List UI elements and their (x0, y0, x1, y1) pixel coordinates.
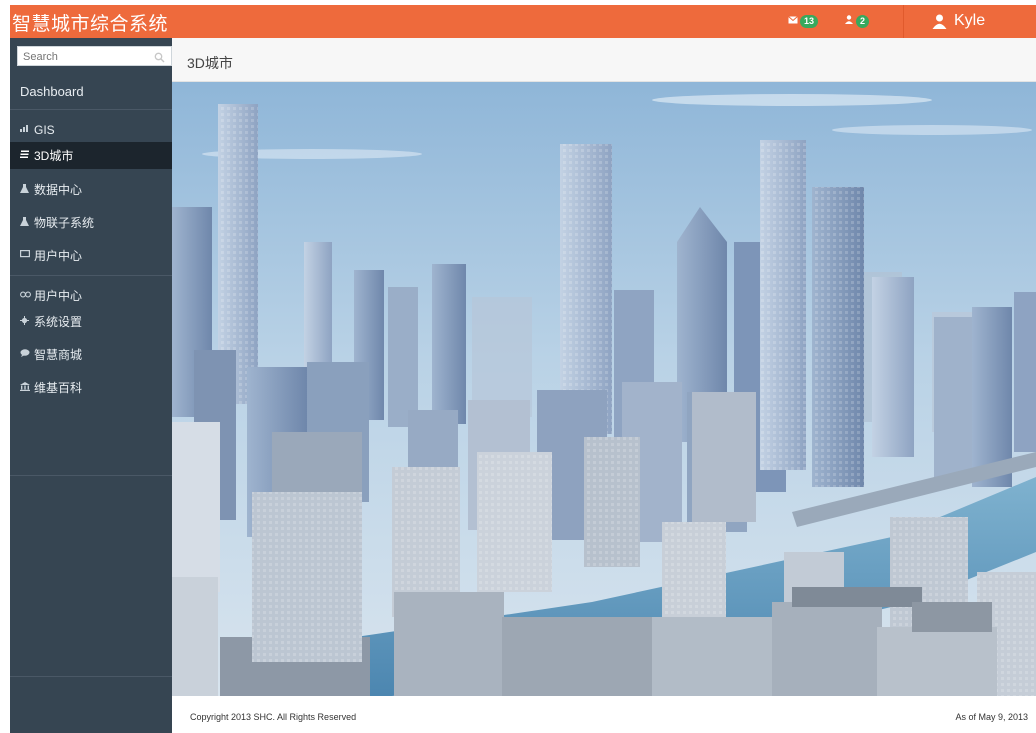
sidebar-item-label: 系统设置 (34, 315, 83, 329)
page-title: 3D城市 (187, 55, 233, 71)
list-icon (20, 150, 34, 161)
navbar-divider (903, 5, 904, 38)
gear-icon (20, 315, 34, 328)
sidebar-item-3d-city[interactable]: 3D城市 (10, 142, 172, 169)
link-icon (20, 290, 34, 301)
monitor-icon (20, 250, 34, 261)
sidebar-item-gis[interactable]: GIS (10, 116, 172, 143)
flask-icon (20, 216, 34, 229)
users-icon (844, 15, 854, 27)
chart-icon (20, 124, 34, 135)
sidebar-item-label: 数据中心 (34, 183, 83, 197)
sidebar-divider (10, 676, 172, 677)
messages-notification[interactable]: 13 (788, 13, 819, 29)
flask-icon (20, 183, 34, 196)
sidebar-divider (10, 275, 172, 276)
user-icon (932, 14, 947, 29)
top-navbar: 智慧城市综合系统 13 2 Kyle (10, 5, 1036, 38)
search-input[interactable] (18, 48, 143, 66)
sidebar-item-label: Dashboard (20, 84, 84, 99)
user-menu[interactable]: Kyle (932, 12, 985, 30)
sidebar-item-dashboard[interactable]: Dashboard (10, 78, 172, 105)
sidebar-item-label: 智慧商城 (34, 348, 83, 362)
sidebar-divider (10, 109, 172, 110)
app-title[interactable]: 智慧城市综合系统 (12, 9, 168, 36)
search-icon[interactable] (154, 50, 165, 68)
footer: Copyright 2013 SHC. All Rights Reserved … (172, 696, 1036, 733)
sidebar-item-iot-subsystem[interactable]: 物联子系统 (10, 209, 172, 236)
chat-icon (20, 349, 34, 360)
envelope-icon (788, 15, 798, 27)
tasks-notification[interactable]: 2 (844, 13, 870, 29)
search-box (17, 46, 172, 66)
sidebar-item-smart-mall[interactable]: 智慧商城 (10, 341, 172, 368)
sidebar-item-user-center[interactable]: 用户中心 (10, 242, 172, 269)
bank-icon (20, 381, 34, 394)
city-skyline-image (172, 82, 1036, 696)
sidebar-item-user-center-2[interactable]: 用户中心 (10, 282, 172, 309)
sidebar-item-data-center[interactable]: 数据中心 (10, 176, 172, 203)
tasks-badge: 2 (856, 14, 870, 28)
copyright-text: Copyright 2013 SHC. All Rights Reserved (190, 712, 357, 722)
sidebar-item-label: 用户中心 (34, 289, 83, 303)
as-of-date: As of May 9, 2013 (955, 712, 1028, 722)
city-3d-view[interactable] (172, 82, 1036, 696)
content-header: 3D城市 (172, 38, 1036, 82)
sidebar-item-label: 物联子系统 (34, 216, 95, 230)
sidebar-item-label: 用户中心 (34, 249, 83, 263)
sidebar-item-system-settings[interactable]: 系统设置 (10, 308, 172, 335)
sidebar-divider (10, 475, 172, 476)
messages-badge: 13 (800, 14, 819, 28)
user-name: Kyle (954, 12, 986, 29)
sidebar-item-wikipedia[interactable]: 维基百科 (10, 374, 172, 401)
sidebar-item-label: GIS (34, 122, 55, 137)
sidebar-item-label: 维基百科 (34, 381, 83, 395)
sidebar: Dashboard GIS 3D城市 数据中心 物联子系统 用户中心 (10, 38, 172, 733)
sidebar-item-label: 3D城市 (34, 149, 74, 163)
